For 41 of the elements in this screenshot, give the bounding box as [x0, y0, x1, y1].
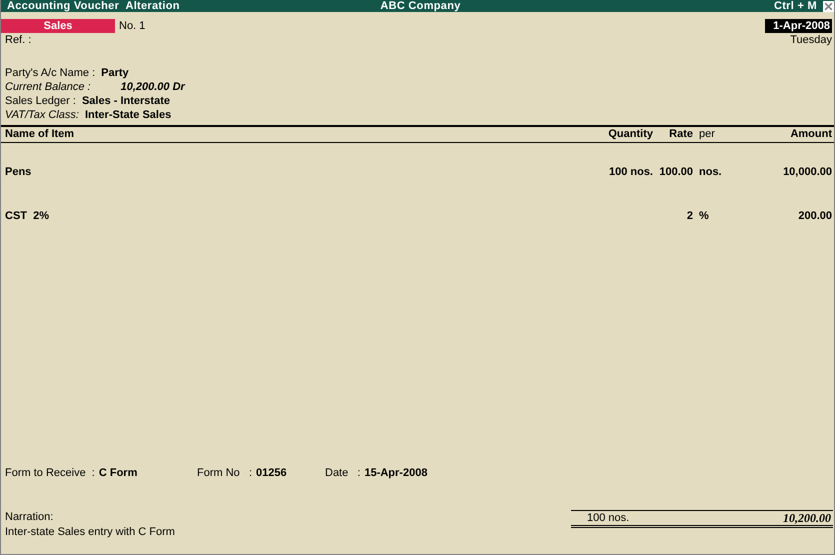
table-cell-text: 200.00: [797, 209, 832, 223]
field-label: Form No :: [197, 466, 252, 480]
column-header: Name of Item: [4, 127, 76, 142]
voucher-number: No. 1: [119, 20, 146, 32]
field-value: 01256: [256, 466, 287, 480]
table-cell-text: Pens: [4, 165, 32, 179]
table-cell-text: %: [698, 209, 710, 223]
table-cell-text: 100 nos.: [608, 165, 653, 179]
column-header: per: [698, 127, 716, 142]
company-name: ABC Company: [380, 0, 461, 12]
column-header: Amount: [789, 127, 832, 142]
field-value: Inter-State Sales: [84, 108, 172, 122]
voucher-date: 1-Apr-2008: [765, 19, 832, 33]
narration-label: Narration:: [5, 510, 54, 525]
table-cell-text: 100.00: [658, 165, 693, 179]
field-label: Party's A/c Name :: [5, 66, 96, 80]
field-value: 15-Apr-2008: [364, 466, 428, 480]
ref-label: Ref. :: [5, 33, 32, 47]
narration-text: Inter-state Sales entry with C Form: [5, 525, 176, 540]
table-cell-text: CST 2%: [4, 209, 50, 223]
table-cell-text: 2: [686, 209, 693, 223]
field-label: VAT/Tax Class:: [5, 108, 79, 122]
table-cell-text: nos.: [698, 165, 723, 179]
total-quantity: 100 nos.: [587, 511, 630, 525]
field-label: Current Balance :: [5, 80, 91, 94]
weekday-label: Tuesday: [790, 33, 832, 47]
voucher-type: Sales: [1, 19, 115, 33]
field-value: 10,200.00 Dr: [120, 80, 185, 94]
window-title: Accounting Voucher Alteration: [7, 0, 181, 12]
table-cell-text: 10,000.00: [782, 165, 832, 179]
shortcut-label: Ctrl + M: [774, 0, 817, 12]
field-value: Sales - Interstate: [82, 94, 170, 108]
close-icon[interactable]: [823, 0, 834, 12]
field-label: Form to Receive :: [5, 466, 95, 480]
field-label: Sales Ledger :: [5, 94, 76, 108]
column-header: Rate: [668, 127, 693, 142]
field-label: Date :: [325, 466, 360, 480]
field-value: Party: [101, 66, 129, 80]
total-amount: 10,200.00: [783, 511, 831, 525]
field-value: C Form: [98, 466, 138, 480]
column-header: Quantity: [607, 127, 653, 142]
